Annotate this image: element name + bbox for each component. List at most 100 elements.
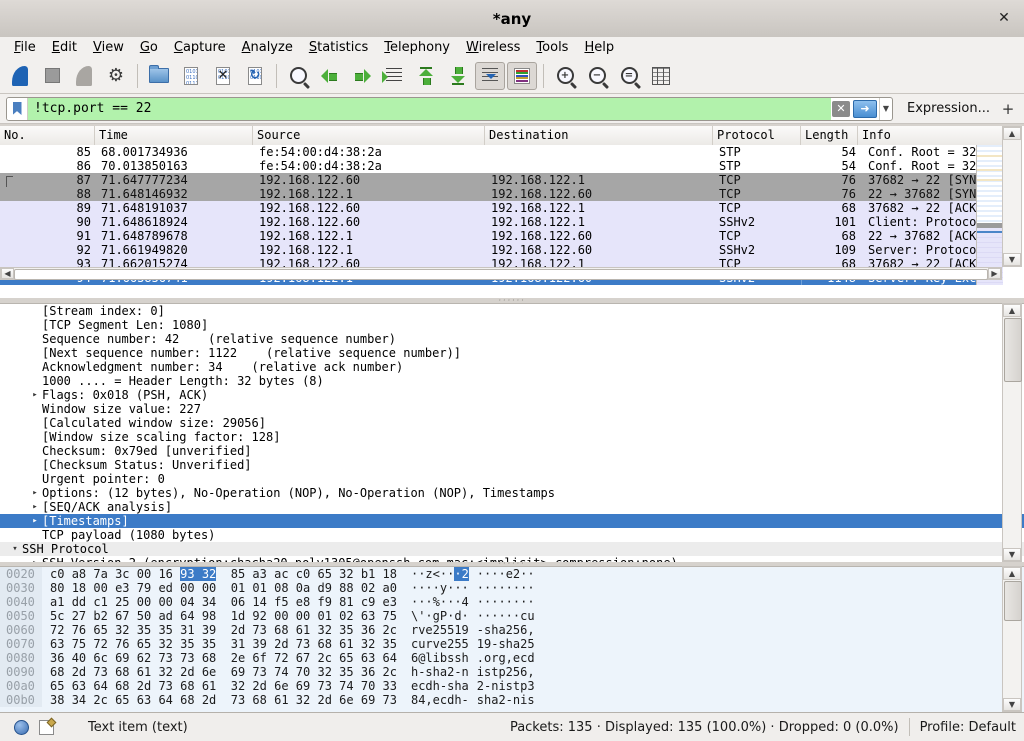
detail-line[interactable]: [Next sequence number: 1122 (relative se… bbox=[0, 346, 1024, 360]
detail-line[interactable]: ▸Flags: 0x018 (PSH, ACK) bbox=[0, 388, 1024, 402]
title-bar[interactable]: *any ✕ bbox=[0, 0, 1024, 38]
display-filter-field[interactable]: ✕ ➜ ▼ bbox=[6, 97, 893, 121]
expander-triangle-icon[interactable]: ▸ bbox=[28, 388, 42, 402]
go-to-bottom-button[interactable] bbox=[443, 62, 473, 90]
detail-vscrollbar[interactable]: ▲ ▼ bbox=[1002, 303, 1022, 562]
column-header-time[interactable]: Time bbox=[95, 126, 253, 145]
capture-comment-icon[interactable] bbox=[39, 720, 54, 735]
scroll-up-arrow-icon[interactable]: ▲ bbox=[1003, 127, 1021, 140]
hex-row-0020[interactable]: 0020c0 a8 7a 3c 00 16 93 32 85 a3 ac c0 … bbox=[0, 567, 1024, 581]
hex-row-0060[interactable]: 006072 76 65 32 35 35 31 39 2d 73 68 61 … bbox=[0, 623, 1024, 637]
scroll-down-arrow-icon[interactable]: ▼ bbox=[1003, 548, 1021, 561]
expression-button[interactable]: Expression... bbox=[907, 101, 990, 116]
detail-line[interactable]: Urgent pointer: 0 bbox=[0, 472, 1024, 486]
bytes-vscrollbar[interactable]: ▲ ▼ bbox=[1002, 566, 1022, 712]
scroll-down-arrow-icon[interactable]: ▼ bbox=[1003, 698, 1021, 711]
packet-row-85[interactable]: 8568.001734936fe:54:00:d4:38:2aSTP54Conf… bbox=[0, 145, 976, 159]
scroll-left-arrow-icon[interactable]: ◀ bbox=[1, 268, 14, 279]
profile-status[interactable]: Profile: Default bbox=[920, 720, 1016, 735]
menu-capture[interactable]: Capture bbox=[166, 39, 234, 56]
detail-line[interactable]: TCP payload (1080 bytes) bbox=[0, 528, 1024, 542]
column-header-destination[interactable]: Destination bbox=[485, 126, 713, 145]
hex-row-0080[interactable]: 008036 40 6c 69 62 73 73 68 2e 6f 72 67 … bbox=[0, 651, 1024, 665]
column-header-info[interactable]: Info bbox=[858, 126, 1002, 145]
detail-line[interactable]: ▾SSH Protocol bbox=[0, 542, 1024, 556]
go-forward-button[interactable] bbox=[347, 62, 377, 90]
expander-triangle-icon[interactable]: ▸ bbox=[28, 514, 42, 528]
intelligent-scrollbar-minimap[interactable] bbox=[976, 145, 1003, 285]
restart-capture-button[interactable] bbox=[69, 62, 99, 90]
menu-go[interactable]: Go bbox=[132, 39, 166, 56]
close-file-button[interactable]: 0101 0110✕ bbox=[208, 62, 238, 90]
capture-options-button[interactable]: ⚙ bbox=[101, 62, 131, 90]
hex-row-0090[interactable]: 009068 2d 73 68 61 32 2d 6e 69 73 74 70 … bbox=[0, 665, 1024, 679]
add-filter-button[interactable]: + bbox=[998, 100, 1018, 118]
column-header-protocol[interactable]: Protocol bbox=[713, 126, 801, 145]
detail-line[interactable]: 1000 .... = Header Length: 32 bytes (8) bbox=[0, 374, 1024, 388]
detail-vscroll-thumb[interactable] bbox=[1004, 318, 1022, 382]
resize-columns-button[interactable] bbox=[646, 62, 676, 90]
detail-line[interactable]: [Checksum Status: Unverified] bbox=[0, 458, 1024, 472]
detail-line[interactable]: Checksum: 0x79ed [unverified] bbox=[0, 444, 1024, 458]
hex-row-0030[interactable]: 003080 18 00 e3 79 ed 00 00 01 01 08 0a … bbox=[0, 581, 1024, 595]
menu-analyze[interactable]: Analyze bbox=[234, 39, 301, 56]
expert-info-icon[interactable] bbox=[14, 720, 29, 735]
expander-triangle-icon[interactable]: ▾ bbox=[8, 542, 22, 556]
packet-row-88[interactable]: 8871.648146932192.168.122.1192.168.122.6… bbox=[0, 187, 976, 201]
save-file-button[interactable]: 0101 0110 0111 bbox=[176, 62, 206, 90]
hex-row-00b0[interactable]: 00b038 34 2c 65 63 64 68 2d 73 68 61 32 … bbox=[0, 693, 1024, 707]
hscroll-thumb[interactable] bbox=[14, 269, 988, 280]
display-filter-input[interactable] bbox=[28, 98, 831, 120]
packet-list-hscrollbar[interactable]: ◀ ▶ bbox=[0, 267, 1002, 280]
menu-tools[interactable]: Tools bbox=[528, 39, 576, 56]
packet-list-vscrollbar[interactable]: ▲ ▼ bbox=[1002, 126, 1022, 267]
column-header-no[interactable]: No. bbox=[0, 126, 95, 145]
filter-clear-icon[interactable]: ✕ bbox=[832, 101, 850, 117]
packet-row-91[interactable]: 9171.648789678192.168.122.1192.168.122.6… bbox=[0, 229, 976, 243]
menu-wireless[interactable]: Wireless bbox=[458, 39, 528, 56]
hex-row-0070[interactable]: 007063 75 72 76 65 32 35 35 31 39 2d 73 … bbox=[0, 637, 1024, 651]
column-header-length[interactable]: Length bbox=[801, 126, 858, 145]
hex-row-00a0[interactable]: 00a065 63 64 68 2d 73 68 61 32 2d 6e 69 … bbox=[0, 679, 1024, 693]
reload-file-button[interactable]: 0101 0110↻ bbox=[240, 62, 270, 90]
packet-row-89[interactable]: 8971.648191037192.168.122.60192.168.122.… bbox=[0, 201, 976, 215]
detail-line[interactable]: ▸[Timestamps] bbox=[0, 514, 1024, 528]
colorize-toggle[interactable] bbox=[507, 62, 537, 90]
packet-row-87[interactable]: 8771.647777234192.168.122.60192.168.122.… bbox=[0, 173, 976, 187]
go-back-button[interactable] bbox=[315, 62, 345, 90]
auto-scroll-toggle[interactable] bbox=[475, 62, 505, 90]
detail-line[interactable]: ▸Options: (12 bytes), No-Operation (NOP)… bbox=[0, 486, 1024, 500]
menu-help[interactable]: Help bbox=[576, 39, 622, 56]
hex-row-0040[interactable]: 0040a1 dd c1 25 00 00 04 34 06 14 f5 e8 … bbox=[0, 595, 1024, 609]
stop-capture-button[interactable] bbox=[37, 62, 67, 90]
detail-line[interactable]: Window size value: 227 bbox=[0, 402, 1024, 416]
go-to-top-button[interactable] bbox=[411, 62, 441, 90]
zoom-in-button[interactable]: + bbox=[550, 62, 580, 90]
bytes-vscroll-thumb[interactable] bbox=[1004, 581, 1022, 621]
menu-telephony[interactable]: Telephony bbox=[376, 39, 458, 56]
detail-line[interactable]: Acknowledgment number: 34 (relative ack … bbox=[0, 360, 1024, 374]
start-capture-button[interactable] bbox=[5, 62, 35, 90]
filter-bookmark-icon[interactable] bbox=[7, 98, 28, 120]
packet-row-86[interactable]: 8670.013850163fe:54:00:d4:38:2aSTP54Conf… bbox=[0, 159, 976, 173]
packet-row-90[interactable]: 9071.648618924192.168.122.60192.168.122.… bbox=[0, 215, 976, 229]
packet-row-92[interactable]: 9271.661949820192.168.122.1192.168.122.6… bbox=[0, 243, 976, 257]
scroll-right-arrow-icon[interactable]: ▶ bbox=[988, 268, 1001, 279]
menu-view[interactable]: View bbox=[85, 39, 132, 56]
hex-row-0050[interactable]: 00505c 27 b2 67 50 ad 64 98 1d 92 00 00 … bbox=[0, 609, 1024, 623]
detail-line[interactable]: ▸[SEQ/ACK analysis] bbox=[0, 500, 1024, 514]
scroll-up-arrow-icon[interactable]: ▲ bbox=[1003, 304, 1021, 317]
close-icon[interactable]: ✕ bbox=[994, 8, 1014, 28]
menu-statistics[interactable]: Statistics bbox=[301, 39, 376, 56]
expander-triangle-icon[interactable]: ▸ bbox=[28, 486, 42, 500]
detail-line[interactable]: [Stream index: 0] bbox=[0, 304, 1024, 318]
scroll-down-arrow-icon[interactable]: ▼ bbox=[1003, 253, 1021, 266]
column-header-source[interactable]: Source bbox=[253, 126, 485, 145]
filter-apply-icon[interactable]: ➜ bbox=[853, 100, 877, 118]
detail-line[interactable]: [Window size scaling factor: 128] bbox=[0, 430, 1024, 444]
go-to-packet-button[interactable] bbox=[379, 62, 409, 90]
menu-edit[interactable]: Edit bbox=[44, 39, 85, 56]
filter-history-caret-icon[interactable]: ▼ bbox=[879, 98, 892, 120]
scroll-up-arrow-icon[interactable]: ▲ bbox=[1003, 567, 1021, 580]
expander-triangle-icon[interactable]: ▸ bbox=[28, 500, 42, 514]
